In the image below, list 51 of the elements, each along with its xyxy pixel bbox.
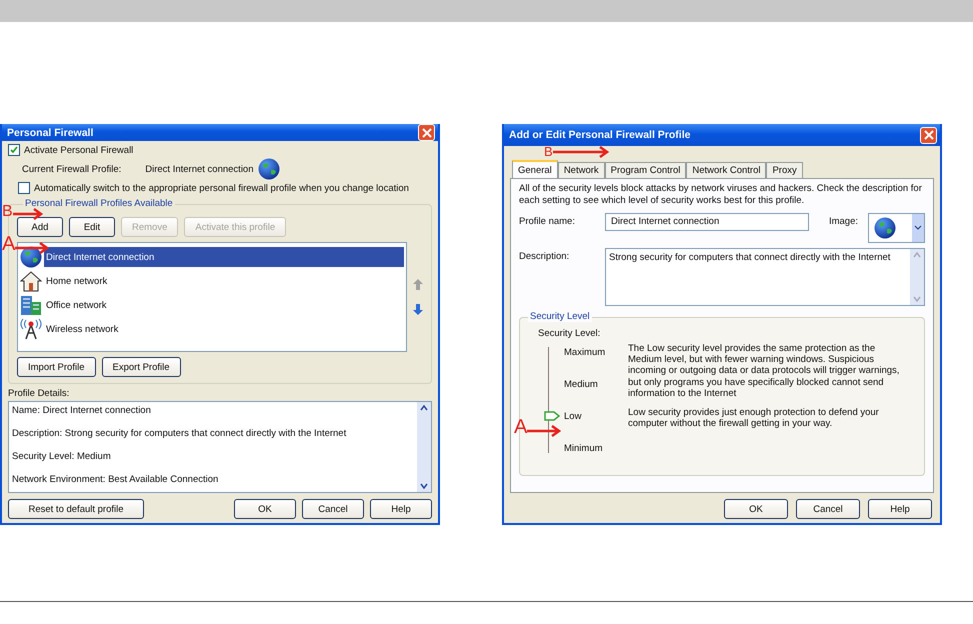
profile-button[interactable]: Edit [69, 217, 115, 237]
annotation-letter: A [514, 417, 528, 437]
tab[interactable]: Proxy [766, 162, 803, 179]
annotation-letter: A [2, 234, 16, 254]
profile-item[interactable]: Home network [44, 271, 404, 291]
level-label: Medium [564, 378, 599, 392]
dialog-button[interactable]: OK [234, 499, 296, 519]
profile-button[interactable]: Import Profile [17, 357, 96, 377]
detail-line: Description: Strong security for computers that connect directly with the Internet [12, 428, 348, 439]
profile-name-field[interactable]: Direct Internet connection [605, 212, 809, 231]
checkbox-label: Automatically switch to the appropriate personal firewall profile when you change location [34, 182, 409, 194]
detail-line: Network Environment: Best Available Connection [12, 474, 220, 485]
field-label: Current Firewall Profile: [22, 164, 122, 174]
field-label: Security Level: [537, 328, 602, 339]
current-profile-value: Direct Internet connection [145, 164, 254, 174]
tab[interactable]: General [512, 160, 558, 179]
intro-text: All of the security levels block attacks by network viruses and hackers. Check the description for each setting to see which level of security works best for this profile. [519, 183, 923, 208]
field-label: Profile name: [519, 214, 576, 227]
dialog-button[interactable]: Cancel [302, 499, 364, 519]
field-label: Description: [519, 250, 570, 262]
field-label: Image: [828, 214, 858, 227]
dialog-button[interactable]: Help [868, 499, 932, 519]
detail-line: Name: Direct Internet connection [12, 405, 152, 416]
profile-item[interactable]: Wireless network [44, 319, 404, 339]
tab[interactable]: Program Control [604, 162, 686, 179]
level-label: Maximum [564, 346, 606, 360]
annotation-letter: B [2, 204, 13, 220]
window-title: Add or Edit Personal Firewall Profile [509, 129, 690, 141]
profile-button[interactable]: Add [17, 217, 63, 237]
group-title: Security Level [528, 310, 592, 322]
level-label: Low [564, 410, 582, 424]
description-field[interactable]: Strong security for computers that connect directly with the Internet [605, 248, 925, 306]
profile-item[interactable]: Direct Internet connection [44, 247, 404, 267]
profile-item[interactable]: Office network [44, 295, 404, 315]
description-text: Strong security for computers that connect directly with the Internet [609, 252, 892, 263]
field-label: Profile Details: [8, 388, 70, 399]
profile-button[interactable]: Export Profile [102, 357, 181, 377]
level-description: Low security provides just enough protection to defend your computer without the firewall getting in your way. [628, 406, 880, 432]
tab[interactable]: Network [558, 162, 605, 179]
tab[interactable]: Network Control [686, 162, 766, 179]
dialog-button[interactable]: OK [724, 499, 788, 519]
dialog-button[interactable]: Help [370, 499, 432, 519]
reset-button[interactable]: Reset to default profile [8, 499, 144, 519]
level-label: Minimum [564, 442, 604, 456]
annotation-letter: B [544, 145, 553, 158]
level-description: The Low security level provides the same protection as the Medium level, but with fewer warning windows. Suspicious incoming or outgoing data or data protocols will trigger warnings, but only programs you have specifically blocked cannot send information to the Internet [628, 342, 900, 402]
dialog-button[interactable]: Cancel [796, 499, 860, 519]
checkbox-label: Activate Personal Firewall [24, 144, 134, 156]
group-title: Personal Firewall Profiles Available [23, 198, 175, 209]
window-title: Personal Firewall [7, 126, 94, 138]
detail-line: Security Level: Medium [12, 451, 112, 462]
